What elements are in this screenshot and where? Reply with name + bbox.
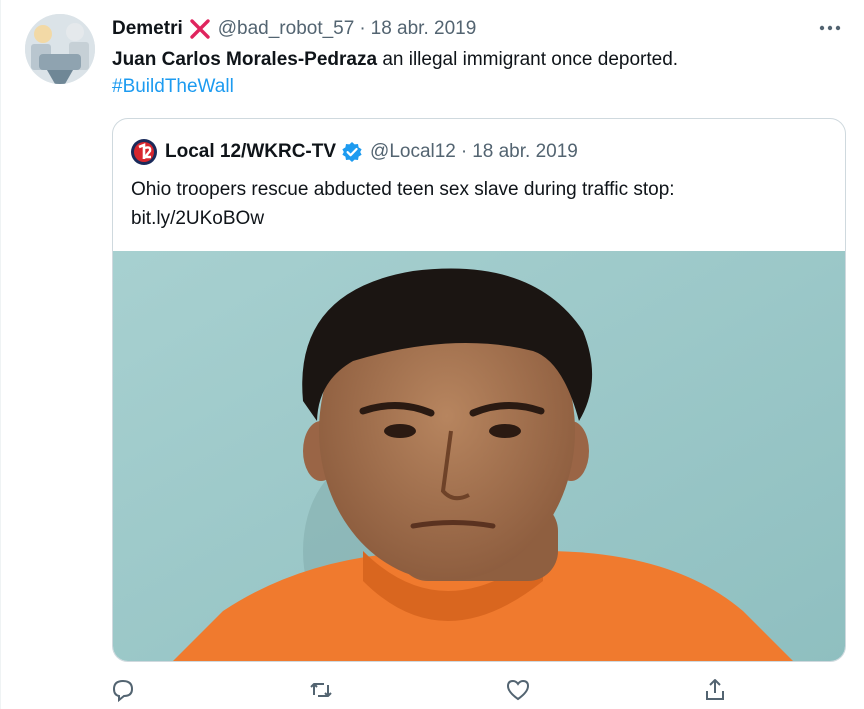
reply-icon[interactable]: [109, 676, 137, 704]
quoted-date[interactable]: 18 abr. 2019: [472, 141, 578, 163]
quoted-text-body: Ohio troopers rescue abducted teen sex s…: [131, 179, 675, 200]
share-icon[interactable]: [701, 676, 729, 704]
tweet-actions: [112, 676, 752, 704]
author-display-name[interactable]: Demetri: [112, 18, 183, 40]
hashtag-link[interactable]: #BuildTheWall: [112, 76, 234, 97]
tweet-text-body: an illegal immigrant once deported.: [377, 49, 679, 70]
tweet-text: Juan Carlos Morales-Pedraza an illegal i…: [112, 46, 832, 100]
separator-dot: ·: [460, 141, 468, 162]
tweet-text-bold: Juan Carlos Morales-Pedraza: [112, 49, 378, 70]
timeline-divider: [0, 0, 1, 709]
author-handle[interactable]: @bad_robot_57: [218, 18, 355, 40]
avatar[interactable]: [25, 14, 95, 84]
tweet: Demetri @bad_robot_57 · 18 abr. 2019 Jua…: [0, 0, 864, 709]
local12-logo[interactable]: [131, 139, 157, 165]
quoted-display-name[interactable]: Local 12/WKRC-TV: [165, 141, 336, 163]
like-icon[interactable]: [504, 676, 532, 704]
quoted-handle[interactable]: @Local12: [370, 141, 456, 163]
separator-dot: ·: [359, 18, 366, 39]
verified-badge-icon: [341, 141, 363, 163]
tweet-date[interactable]: 18 abr. 2019: [371, 18, 477, 40]
red-x-icon: [189, 18, 211, 40]
mugshot-image[interactable]: [113, 251, 845, 661]
retweet-icon[interactable]: [307, 676, 335, 704]
quoted-tweet-card[interactable]: Local 12/WKRC-TV @Local12 · 18 abr. 2019…: [112, 118, 846, 662]
more-horizontal-icon[interactable]: [818, 18, 842, 38]
tweet-header: Demetri @bad_robot_57 · 18 abr. 2019: [112, 16, 476, 42]
quoted-link[interactable]: bit.ly/2UKoBOw: [131, 204, 821, 233]
quoted-header: Local 12/WKRC-TV @Local12 · 18 abr. 2019: [131, 139, 578, 165]
quoted-text: Ohio troopers rescue abducted teen sex s…: [131, 175, 821, 233]
